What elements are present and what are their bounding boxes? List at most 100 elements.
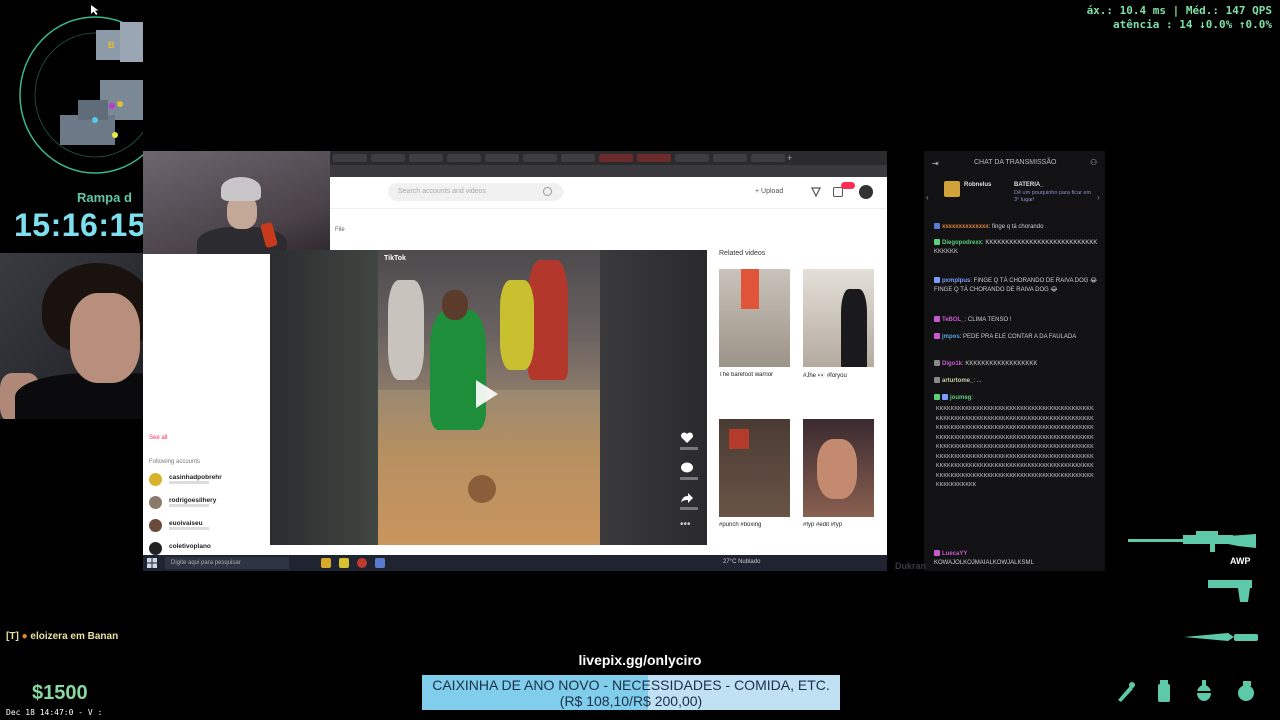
watermark: Dukran xyxy=(895,561,927,571)
chat-message: joumeg: xyxy=(934,394,1099,403)
pistol-icon xyxy=(1208,580,1252,602)
guest-webcam xyxy=(143,151,330,254)
weapon-name: AWP xyxy=(1230,556,1251,566)
send-icon[interactable] xyxy=(811,187,821,197)
video-frame[interactable]: TikTok xyxy=(378,250,600,545)
browser-icon[interactable] xyxy=(357,558,367,568)
smoke-grenade-icon xyxy=(1158,680,1170,702)
donation-goal-banner: CAIXINHA DE ANO NOVO - NECESSIDADES - CO… xyxy=(422,675,840,710)
he-grenade-icon xyxy=(1238,681,1254,701)
browser-tab[interactable] xyxy=(637,154,671,162)
avatar xyxy=(149,496,162,509)
avatar xyxy=(149,542,162,555)
net-graph: áx.: 10.4 ms | Méd.: 147 QPS atência : 1… xyxy=(1087,4,1272,32)
video-player[interactable]: TikTok ••• xyxy=(270,250,707,545)
browser-tab[interactable] xyxy=(333,154,367,162)
related-video-caption[interactable]: #fyp #edit #fyp xyxy=(803,522,875,528)
profile-avatar[interactable] xyxy=(859,185,873,199)
file-label: File xyxy=(335,227,345,233)
avatar xyxy=(149,473,162,486)
discord-icon[interactable] xyxy=(375,558,385,568)
timestamp: Dec 18 14:47:0 - V : xyxy=(6,708,103,717)
upload-label: Upload xyxy=(761,188,784,195)
mouse-cursor-icon xyxy=(91,5,99,15)
system-tray: 27°C Nublado xyxy=(723,559,761,565)
chat-spam-message: KKKKKKKKKKKKKKKKKKKKKKKKKKKKKKKKKKKKKKKK… xyxy=(936,406,1094,488)
share-icon[interactable] xyxy=(680,492,694,504)
windows-start-icon[interactable] xyxy=(147,558,157,568)
comment-icon[interactable] xyxy=(680,462,694,474)
chevron-left-icon[interactable]: ‹ xyxy=(926,193,929,202)
shared-screen-browser: + Search accounts and videos + Upload Fi… xyxy=(143,151,887,571)
radar-minimap: B xyxy=(0,0,143,180)
radar-site-marker: B xyxy=(108,40,115,50)
following-item[interactable]: euoivaiseu xyxy=(149,519,267,533)
search-icon[interactable] xyxy=(543,187,552,196)
more-icon[interactable]: ••• xyxy=(680,520,694,532)
chat-message: Diegopodrexx: KKKKKKKKKKKKKKKKKKKKKKKKKK… xyxy=(934,239,1098,255)
donation-goal-title: CAIXINHA DE ANO NOVO - NECESSIDADES - CO… xyxy=(432,677,830,693)
browser-tab[interactable] xyxy=(713,154,747,162)
browser-tab[interactable] xyxy=(447,154,481,162)
following-item[interactable]: casinhadpobrehr xyxy=(149,473,267,487)
related-video-thumbnail[interactable] xyxy=(719,269,790,367)
related-video-thumbnail[interactable] xyxy=(803,269,874,367)
tiktok-logo: TikTok xyxy=(384,255,406,262)
following-sidebar: See all Following accounts casinhadpobre… xyxy=(143,419,269,569)
inbox-icon[interactable] xyxy=(833,187,843,197)
following-item[interactable]: coletivoplano xyxy=(149,542,267,556)
browser-tab[interactable] xyxy=(675,154,709,162)
taskbar-search-input[interactable]: Digite aqui para pesquisar xyxy=(165,557,289,569)
upload-button[interactable]: + Upload xyxy=(755,188,783,195)
chat-message: pxmplpus: FINGE Q TÁ CHORANDO DE RAIVA D… xyxy=(934,277,1098,293)
new-tab-button[interactable]: + xyxy=(787,153,792,163)
heart-icon[interactable] xyxy=(680,432,694,444)
chat-message: arturtome_: ... xyxy=(934,377,1099,386)
stream-chat: ⇥ CHAT DA TRANSMISSÃO ⚇ Robnelus BATERIA… xyxy=(924,151,1105,571)
donation-goal-amount: (R$ 108,10/R$ 200,00) xyxy=(559,693,703,709)
chevron-right-icon[interactable]: › xyxy=(1097,193,1100,202)
notification-badge xyxy=(841,182,855,189)
file-explorer-icon[interactable] xyxy=(321,558,331,568)
browser-tab[interactable] xyxy=(371,154,405,162)
following-item[interactable]: rodrigoesilhery xyxy=(149,496,267,510)
location-name: Rampa d xyxy=(77,190,132,205)
killfeed-entry: [T] ● eloizera em Banan xyxy=(6,631,119,642)
chat-title: CHAT DA TRANSMISSÃO xyxy=(974,159,1057,166)
awp-rifle-icon xyxy=(1128,531,1256,552)
molotov-icon xyxy=(1195,680,1213,701)
browser-tab[interactable] xyxy=(523,154,557,162)
perf-line: atência : 14 ↓0.0% ↑0.0% xyxy=(1113,18,1272,31)
related-video-caption[interactable]: #Jhe 👀 #foryou xyxy=(803,372,875,379)
chat-message: Digo1k: KKKKKKKKKKKKKKKKKK xyxy=(934,360,1099,369)
round-clock: 15:16:15 xyxy=(14,207,143,243)
donation-link: livepix.gg/onlyciro xyxy=(578,652,702,668)
search-input[interactable]: Search accounts and videos xyxy=(388,183,563,201)
browser-tab[interactable] xyxy=(409,154,443,162)
chat-header: ⇥ CHAT DA TRANSMISSÃO ⚇ xyxy=(924,151,1105,173)
chat-message: xxxxxxxxxxxxxx: finge q tá chorando xyxy=(934,223,1099,232)
pinned-gift-banner[interactable]: Robnelus BATERIA_ Dê um pouquinho para f… xyxy=(934,177,1102,209)
chat-message: LuecaYY KOWAJOLKOJMAIALKOWJALKSML xyxy=(934,550,1034,566)
browser-tab[interactable] xyxy=(561,154,595,162)
related-video-caption[interactable]: #punch #boxing xyxy=(719,522,791,528)
browser-tab[interactable] xyxy=(751,154,785,162)
windows-taskbar: Digite aqui para pesquisar 27°C Nublado xyxy=(143,555,887,571)
chat-message: TeBOL_: CLIMA TENSO ! xyxy=(934,316,1099,325)
money-counter: $1500 xyxy=(32,682,88,704)
play-icon[interactable] xyxy=(476,380,498,408)
collapse-chat-icon[interactable]: ⇥ xyxy=(932,159,939,168)
related-video-thumbnail[interactable] xyxy=(719,419,790,517)
avatar xyxy=(149,519,162,532)
users-icon[interactable]: ⚇ xyxy=(1090,158,1097,167)
knife-icon xyxy=(1184,633,1258,641)
browser-tab[interactable] xyxy=(485,154,519,162)
related-video-caption[interactable]: The barefoot warrior xyxy=(719,372,791,378)
following-title: Following accounts xyxy=(149,459,201,465)
folder-icon[interactable] xyxy=(339,558,349,568)
see-all-link[interactable]: See all xyxy=(149,435,167,441)
related-video-thumbnail[interactable] xyxy=(803,419,874,517)
chat-message: jmpos: PEDE PRA ELE CONTAR A DA FAULADA xyxy=(934,333,1099,342)
browser-tab[interactable] xyxy=(599,154,633,162)
related-videos-title: Related videos xyxy=(719,250,766,257)
